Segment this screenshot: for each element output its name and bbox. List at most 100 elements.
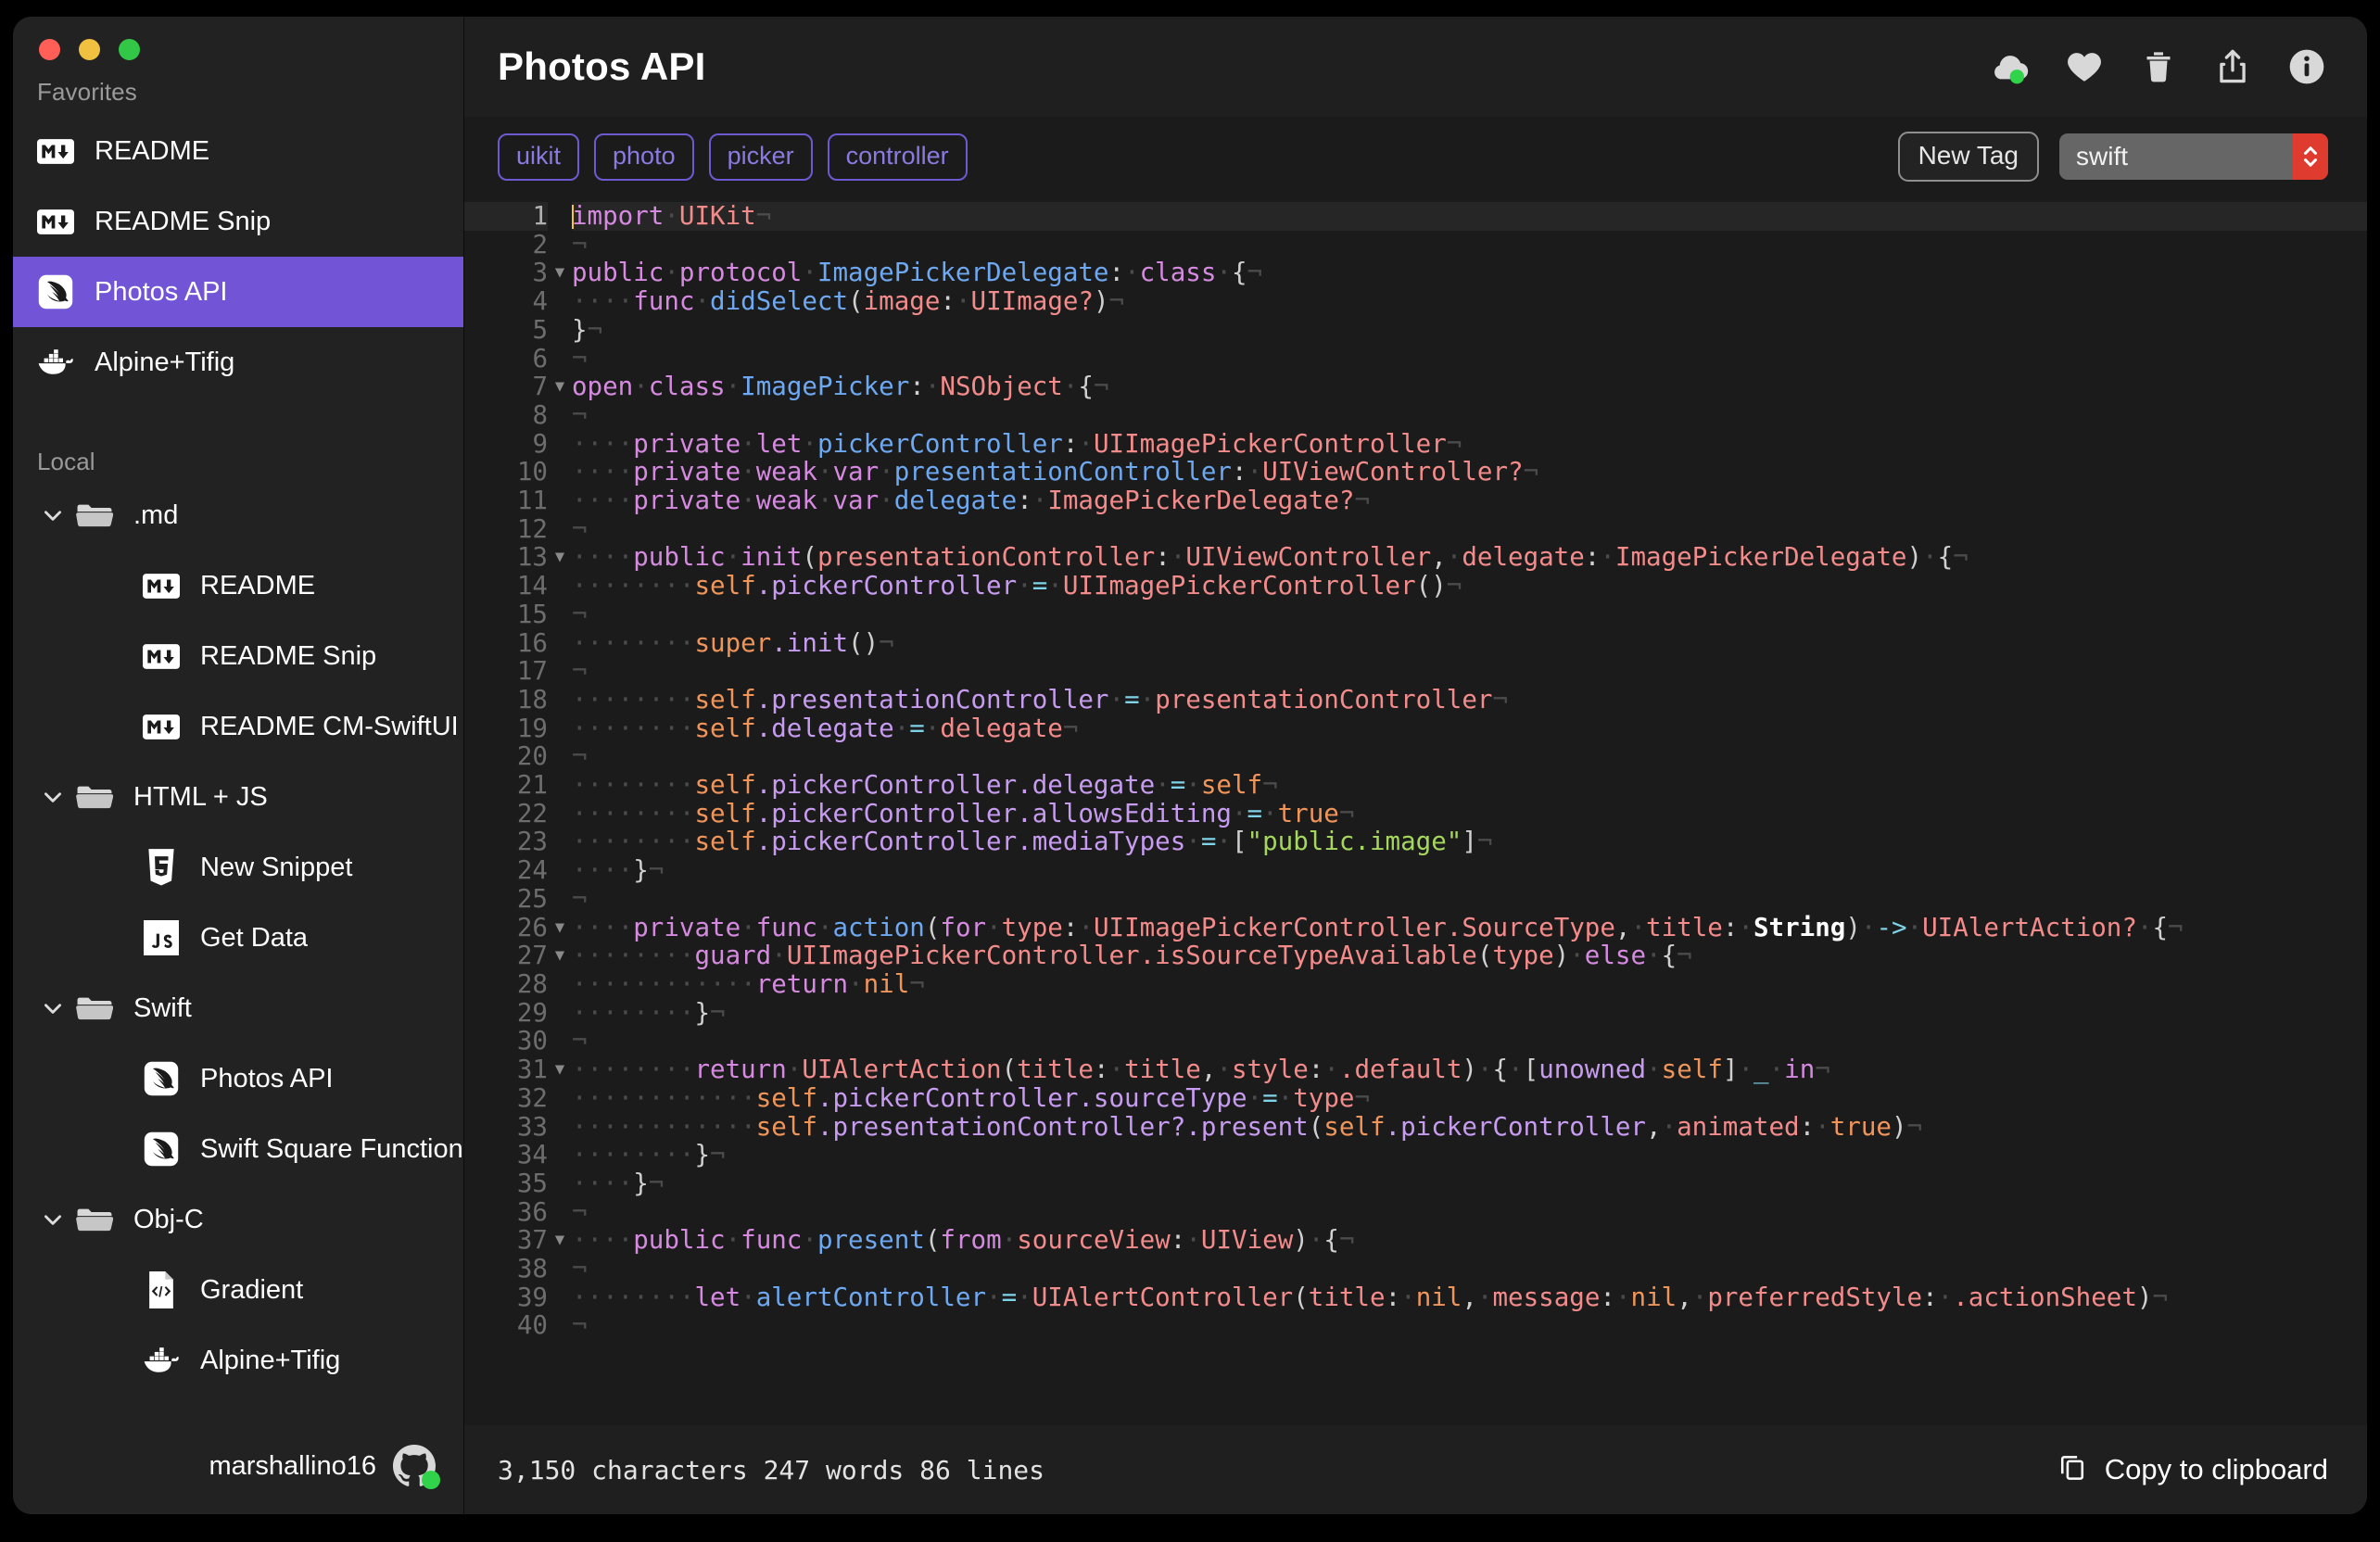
sidebar-item-label: Obj-C <box>133 1204 204 1234</box>
fold-toggle-icon[interactable]: ▼ <box>548 1226 572 1255</box>
code-text[interactable]: ····func·didSelect(image:·UIImage?)¬ <box>572 287 2367 316</box>
tag-photo[interactable]: photo <box>594 133 694 181</box>
sidebar-folder-swift[interactable]: Swift <box>13 973 463 1043</box>
code-text[interactable]: open·class·ImagePicker:·NSObject·{¬ <box>572 373 2367 401</box>
user-bar[interactable]: marshallino16 <box>13 1418 463 1514</box>
code-text[interactable]: ¬ <box>572 1197 2367 1227</box>
code-text[interactable]: ¬ <box>572 514 2367 544</box>
code-text[interactable]: ········}¬ <box>572 998 2367 1028</box>
code-text[interactable]: }¬ <box>572 315 2367 345</box>
code-text[interactable]: public·protocol·ImagePickerDelegate:·cla… <box>572 259 2367 287</box>
fold-toggle-icon[interactable]: ▼ <box>548 942 572 970</box>
sidebar-folder-obj-c[interactable]: Obj-C <box>13 1184 463 1255</box>
sidebar-folder-md[interactable]: .md <box>13 480 463 550</box>
sidebar-item-readme-cm-swiftui[interactable]: README CM-SwiftUI <box>13 691 463 762</box>
chevron-down-icon[interactable] <box>37 992 69 1024</box>
code-text[interactable]: ¬ <box>572 1255 2367 1283</box>
code-text[interactable]: import·UIKit¬ <box>572 202 2367 231</box>
code-text[interactable]: ¬ <box>572 885 2367 914</box>
sidebar-item-alpine-tifig[interactable]: Alpine+Tifig <box>13 1325 463 1396</box>
code-editor[interactable]: 1 import·UIKit¬ 2 ¬ 3 ▼ public·protocol·ImageP… <box>464 196 2367 1425</box>
code-text[interactable]: ····public·func·present(from·sourceView:… <box>572 1226 2367 1255</box>
fold-toggle-icon[interactable]: ▼ <box>548 914 572 942</box>
token-pun: ) <box>1553 941 1570 971</box>
code-text[interactable]: ········let·alertController·=·UIAlertCon… <box>572 1283 2367 1312</box>
token-prop: .pickerController.mediaTypes <box>755 827 1186 857</box>
code-text[interactable]: ········return·UIAlertAction(title:·titl… <box>572 1055 2367 1084</box>
code-text[interactable]: ····}¬ <box>572 1169 2367 1198</box>
code-text[interactable]: ········self.delegate·=·delegate¬ <box>572 714 2367 743</box>
code-line: 9 ····private·let·pickerController:·UIIma… <box>464 429 2367 459</box>
tag-uikit[interactable]: uikit <box>498 133 580 181</box>
fold-toggle-icon[interactable]: ▼ <box>548 373 572 401</box>
sidebar-item-get-data[interactable]: Get Data <box>13 903 463 973</box>
chevron-down-icon[interactable] <box>37 781 69 813</box>
language-select[interactable]: swift <box>2059 133 2328 180</box>
code-text[interactable]: ¬ <box>572 600 2367 629</box>
code-text[interactable]: ¬ <box>572 742 2367 771</box>
code-text[interactable]: ············self.presentationController?… <box>572 1112 2367 1142</box>
copy-to-clipboard-button[interactable]: Copy to clipboard <box>2057 1450 2328 1489</box>
token-pun: () <box>848 627 880 658</box>
new-tag-button[interactable]: New Tag <box>1897 132 2039 182</box>
code-text[interactable]: ····private·weak·var·presentationControl… <box>572 458 2367 487</box>
minimize-window-button[interactable] <box>79 39 100 60</box>
sidebar-folder-html-js[interactable]: HTML + JS <box>13 762 463 832</box>
code-text[interactable]: ········}¬ <box>572 1141 2367 1169</box>
code-text[interactable]: ¬ <box>572 657 2367 686</box>
code-text[interactable]: ····private·func·action(for·type:·UIImag… <box>572 912 2367 942</box>
code-text[interactable]: ········self.pickerController·=·UIImageP… <box>572 572 2367 600</box>
code-text[interactable]: ········self.pickerController.delegate·=… <box>572 771 2367 800</box>
line-number: 24 <box>516 855 548 886</box>
chevron-updown-icon[interactable] <box>2293 133 2328 180</box>
tag-controller[interactable]: controller <box>827 133 968 181</box>
zoom-window-button[interactable] <box>119 39 140 60</box>
code-text[interactable]: ····private·let·pickerController:·UIImag… <box>572 429 2367 459</box>
code-text[interactable]: ····}¬ <box>572 856 2367 885</box>
token-ws: · <box>725 1225 741 1256</box>
sidebar-item-gradient[interactable]: Gradient <box>13 1255 463 1325</box>
sidebar-item-photos-api[interactable]: Photos API <box>13 1043 463 1114</box>
token-kw: return <box>755 968 849 999</box>
chevron-down-icon[interactable] <box>37 499 69 531</box>
close-window-button[interactable] <box>39 39 60 60</box>
trash-icon[interactable] <box>2137 45 2180 88</box>
code-line: 29 ········}¬ <box>464 998 2367 1028</box>
sidebar-item-readme-snip[interactable]: README Snip <box>13 186 463 257</box>
token-ws: ¬ <box>1338 1225 1355 1256</box>
code-text[interactable]: ¬ <box>572 401 2367 430</box>
sidebar-item-alpine-tifig[interactable]: Alpine+Tifig <box>13 327 463 398</box>
sidebar-item-readme[interactable]: README <box>13 116 463 186</box>
heart-icon[interactable] <box>2063 45 2106 88</box>
chevron-down-icon[interactable] <box>37 1204 69 1235</box>
code-text[interactable]: ········self.pickerController.allowsEdit… <box>572 799 2367 828</box>
info-icon[interactable] <box>2285 45 2328 88</box>
code-text[interactable]: ········guard·UIImagePickerController.is… <box>572 942 2367 970</box>
code-text[interactable]: ············return·nil¬ <box>572 970 2367 999</box>
code-text[interactable]: ¬ <box>572 1311 2367 1340</box>
code-text[interactable]: ········self.pickerController.mediaTypes… <box>572 828 2367 856</box>
code-text[interactable]: ····private·weak·var·delegate:·ImagePick… <box>572 487 2367 515</box>
fold-toggle-icon[interactable]: ▼ <box>548 543 572 572</box>
token-kw: func <box>755 912 817 942</box>
share-icon[interactable] <box>2211 45 2254 88</box>
code-text[interactable]: ¬ <box>572 230 2367 259</box>
sidebar-item-photos-api[interactable]: Photos API <box>13 257 463 327</box>
token-typ: image <box>863 286 941 317</box>
sidebar-item-swift-square-function[interactable]: Swift Square Function <box>13 1114 463 1184</box>
sidebar-item-new-snippet[interactable]: New Snippet <box>13 832 463 903</box>
tag-picker[interactable]: picker <box>708 133 813 181</box>
code-text[interactable]: ¬ <box>572 344 2367 373</box>
fold-toggle-icon[interactable]: ▼ <box>548 1055 572 1084</box>
token-kw: func <box>633 286 695 317</box>
sidebar-item-readme-snip[interactable]: README Snip <box>13 621 463 691</box>
code-text[interactable]: ········self.presentationController·=·pr… <box>572 686 2367 714</box>
sidebar-item-readme[interactable]: README <box>13 550 463 621</box>
fold-toggle-icon[interactable]: ▼ <box>548 259 572 287</box>
github-icon[interactable] <box>393 1445 440 1489</box>
code-text[interactable]: ············self.pickerController.source… <box>572 1083 2367 1113</box>
code-text[interactable]: ¬ <box>572 1027 2367 1055</box>
code-text[interactable]: ····public·init(presentationController:·… <box>572 543 2367 572</box>
code-text[interactable]: ········super.init()¬ <box>572 627 2367 658</box>
cloud-sync-icon[interactable] <box>1989 45 2032 88</box>
